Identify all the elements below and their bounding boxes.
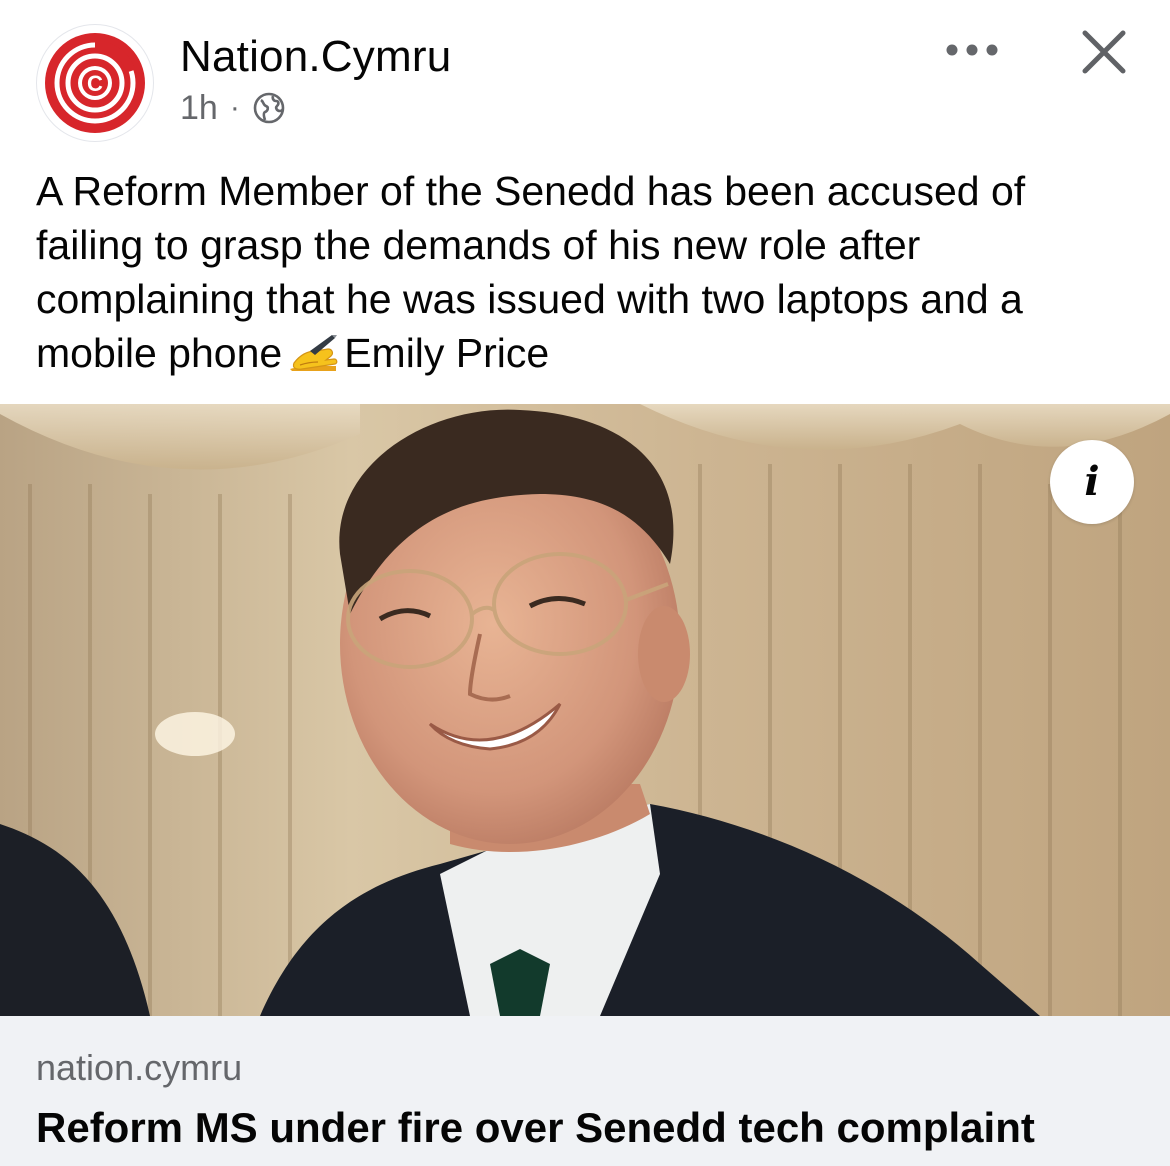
author-name[interactable]: Nation.Cymru bbox=[180, 30, 451, 84]
more-options-icon bbox=[946, 44, 998, 56]
svg-text:C: C bbox=[87, 71, 103, 96]
link-domain: nation.cymru bbox=[36, 1047, 243, 1088]
close-icon bbox=[1082, 30, 1126, 74]
meta-separator: · bbox=[229, 91, 240, 124]
post-photo[interactable] bbox=[0, 404, 1170, 1016]
page-avatar[interactable]: C bbox=[36, 24, 154, 142]
info-button[interactable]: i bbox=[1050, 440, 1134, 524]
info-icon: i bbox=[1084, 458, 1100, 505]
post-message: A Reform Member of the Senedd has been a… bbox=[36, 164, 1136, 380]
globe-icon bbox=[253, 92, 285, 124]
nation-cymru-logo-icon: C bbox=[45, 33, 145, 133]
post-meta: 1h · bbox=[180, 86, 286, 130]
more-options-button[interactable] bbox=[940, 28, 1004, 72]
post-header: C Nation.Cymru 1h · bbox=[0, 0, 1170, 160]
close-button[interactable] bbox=[1074, 22, 1134, 82]
post-time[interactable]: 1h bbox=[180, 89, 218, 128]
facebook-post: C Nation.Cymru 1h · A Reform Member of t… bbox=[0, 0, 1170, 1166]
link-preview[interactable]: nation.cymru Reform MS under fire over S… bbox=[0, 1016, 1170, 1166]
post-byline: Emily Price bbox=[344, 330, 550, 376]
photo-illustration bbox=[0, 404, 1170, 1016]
link-title[interactable]: Reform MS under fire over Senedd tech co… bbox=[36, 1102, 1035, 1154]
writing-hand-emoji-icon bbox=[290, 335, 338, 371]
